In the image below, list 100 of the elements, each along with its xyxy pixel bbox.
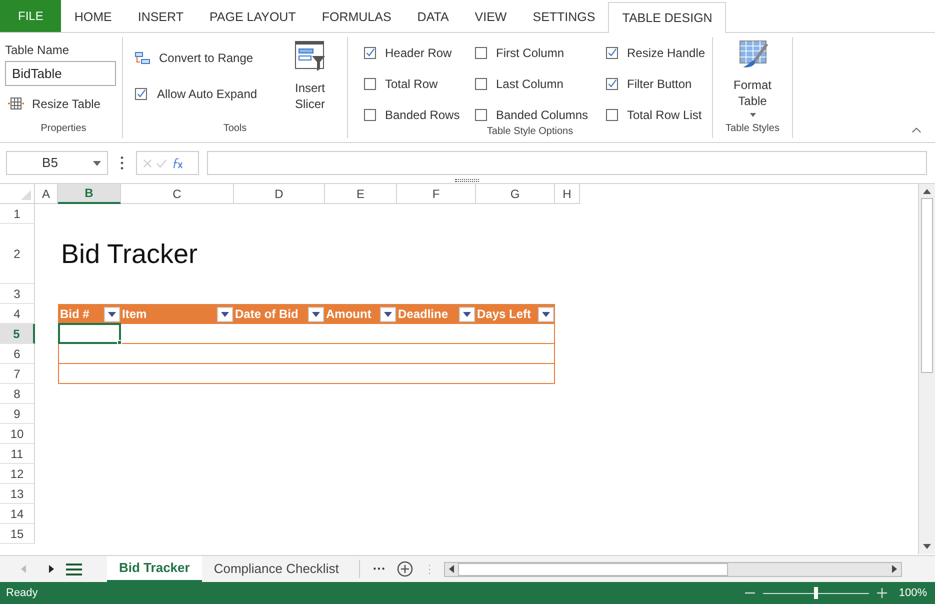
ribbon-tab[interactable]: INSERT [124,2,196,32]
zoom-slider[interactable] [762,587,869,599]
column-header[interactable]: B [58,184,121,204]
more-sheets-button[interactable]: ··· [372,559,386,579]
row-header[interactable]: 8 [0,384,35,404]
checkbox[interactable] [364,109,376,121]
dropdown-caret-icon [750,113,756,117]
ribbon-tab[interactable]: HOME [61,2,125,32]
checkbox[interactable] [606,109,618,121]
table-header-cell-text: Amount [325,306,372,323]
table-header-cell-text: Deadline [397,306,448,323]
ribbon-tab[interactable]: VIEW [462,2,520,32]
table-name-field[interactable]: BidTable [5,61,116,86]
table-header-cell-text: Date of Bid [234,306,298,323]
column-header[interactable]: E [325,184,397,204]
active-cell[interactable] [58,323,121,344]
name-box[interactable]: B5 [6,151,108,175]
row-header[interactable]: 5 [0,324,35,344]
next-sheet-icon[interactable] [49,565,54,573]
group-label: Table Style Options [486,125,574,139]
checkbox-label: Filter Button [627,76,692,93]
row-header[interactable]: 11 [0,444,35,464]
checkbox-label: Banded Rows [385,107,460,124]
resize-grip-icon[interactable] [455,179,479,182]
group-label: Tools [223,122,247,136]
scroll-up-icon[interactable] [923,189,931,194]
zoom-in-icon[interactable] [876,588,887,598]
sheet-list-icon[interactable] [66,562,82,576]
ribbon-tab[interactable]: DATA [404,2,462,32]
filter-dropdown-button[interactable] [538,306,554,322]
table-paintbrush-icon [736,38,768,70]
checkbox[interactable] [364,47,376,59]
row-header[interactable]: 13 [0,484,35,504]
column-header[interactable]: F [397,184,476,204]
row-header[interactable]: 7 [0,364,35,384]
resize-table-button[interactable]: Resize Table [5,93,104,115]
vertical-scrollbar[interactable] [918,184,935,554]
more-options-icon[interactable] [120,156,124,170]
caret-icon [108,312,116,316]
column-header[interactable]: H [555,184,580,204]
add-sheet-icon[interactable] [396,561,413,577]
caret-icon [312,312,320,316]
column-header[interactable]: D [234,184,325,204]
convert-to-range-button[interactable]: Convert to Range [135,49,258,67]
column-header[interactable]: G [476,184,555,204]
group-label: Table Styles [726,122,780,136]
sheet-tab[interactable]: Compliance Checklist [202,556,351,582]
column-header[interactable]: C [121,184,234,204]
row-header[interactable]: 2 [0,224,35,284]
sheet-tab[interactable]: Bid Tracker [107,556,202,582]
slicer-icon [295,41,325,71]
row-header[interactable]: 12 [0,464,35,484]
scroll-right-icon[interactable] [892,565,897,573]
zoom-slider-thumb[interactable] [814,587,818,599]
collapse-ribbon-icon[interactable] [912,127,921,133]
checkbox-label: Resize Handle [627,45,706,62]
checkbox-label: Header Row [385,45,452,62]
row-header[interactable]: 9 [0,404,35,424]
checkbox-label: Allow Auto Expand [157,86,258,103]
caret-icon [542,312,550,316]
filter-dropdown-button[interactable] [308,306,324,322]
filter-dropdown-button[interactable] [459,306,475,322]
checkbox[interactable] [135,88,147,100]
checkbox[interactable] [475,47,487,59]
insert-slicer-button[interactable]: Insert Slicer [287,41,333,112]
row-header[interactable]: 15 [0,524,35,544]
checkbox[interactable] [475,109,487,121]
caret-icon [463,312,471,316]
format-table-button[interactable]: Format Table [728,38,778,117]
ribbon-tab[interactable]: PAGE LAYOUT [196,2,309,32]
caret-icon [221,312,229,316]
checkbox-label: Total Row List [627,107,702,124]
checkbox[interactable] [364,78,376,90]
row-header[interactable]: 1 [0,204,35,224]
ribbon-tab[interactable]: TABLE DESIGN [608,2,726,33]
convert-range-icon [135,52,150,64]
checkbox[interactable] [606,78,618,90]
table-name-label: Table Name [5,42,70,59]
table-header-cell-text: Bid # [59,306,90,323]
row-header[interactable]: 3 [0,284,35,304]
ribbon-tab[interactable]: FORMULAS [308,2,404,32]
filter-dropdown-button[interactable] [217,306,233,322]
file-tab[interactable]: FILE [0,0,62,32]
ribbon-tab[interactable]: SETTINGS [520,2,608,32]
function-icon[interactable] [171,158,184,168]
row-header[interactable]: 10 [0,424,35,444]
checkbox-label: Total Row [385,76,438,93]
filter-dropdown-button[interactable] [380,306,396,322]
formula-input-field[interactable] [207,151,927,175]
dropdown-caret-icon[interactable] [93,160,101,166]
horizontal-scrollbar[interactable] [444,562,902,576]
checkbox[interactable] [475,78,487,90]
checkbox[interactable] [606,47,618,59]
filter-dropdown-button[interactable] [104,306,120,322]
row-header[interactable]: 14 [0,504,35,524]
row-header[interactable]: 6 [0,344,35,364]
table-header-cell-text: Days Left [476,306,532,323]
scroll-left-icon[interactable] [448,565,454,573]
scroll-down-icon[interactable] [923,544,931,549]
zoom-level-text: 100% [898,586,927,601]
